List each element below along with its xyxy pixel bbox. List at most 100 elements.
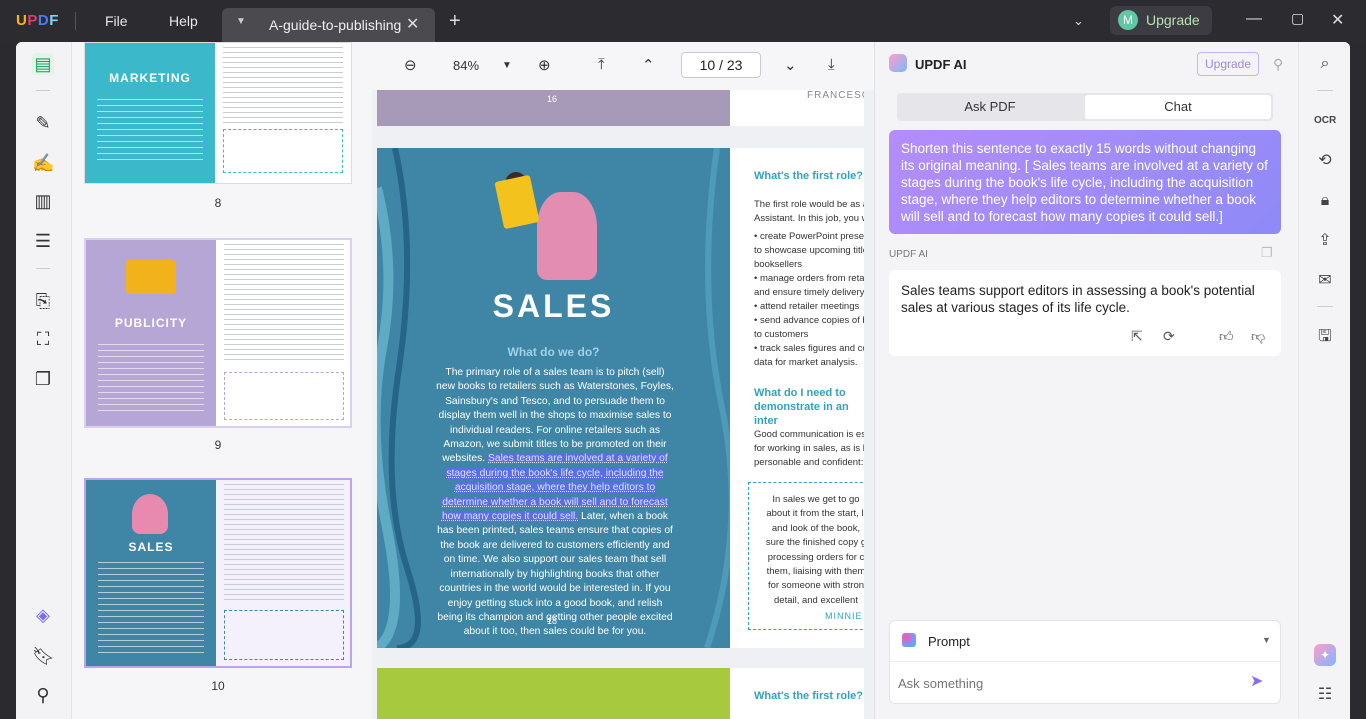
layers-icon[interactable]: ◈ (32, 604, 54, 626)
thumb-title: SALES (128, 540, 174, 554)
thumbnail-page-9[interactable]: PUBLICITY (84, 238, 352, 428)
document-tab[interactable]: ▼ A-guide-to-publishing ✕ (222, 8, 435, 42)
thumb-text (216, 240, 350, 426)
next-page-heading: What's the first role? (754, 690, 863, 702)
thumb-title: PUBLICITY (114, 316, 188, 330)
title-bar: UPDF File Help ▼ A-guide-to-publishing ✕… (0, 0, 1366, 42)
thumbnail-panel: MARKETING 8 PUBLICITY 9 SALES 10 (72, 42, 372, 719)
ask-input[interactable] (898, 671, 1238, 695)
person-body (537, 192, 597, 280)
updf-ai-logo-icon (889, 54, 907, 72)
crop-icon[interactable]: ⛶ (32, 328, 54, 350)
convert-icon[interactable]: ⎘ (32, 290, 54, 312)
search-icon[interactable]: ⌕ (1314, 53, 1336, 75)
page-subtitle: What do we do? (507, 345, 600, 359)
thumb-cover: SALES (86, 480, 216, 666)
send-icon[interactable]: ➤ (1250, 671, 1263, 691)
updf-ai-icon[interactable]: ✦ (1314, 644, 1336, 666)
combine-icon[interactable]: ❐ (32, 368, 54, 390)
ai-message: Sales teams support editors in assessing… (889, 270, 1281, 356)
open-external-icon[interactable]: ⇱ (1131, 328, 1143, 345)
page-organize-icon[interactable]: ▥ (32, 190, 54, 212)
copy-icon[interactable]: ❐ (1261, 245, 1273, 261)
new-tab-icon[interactable]: + (449, 10, 461, 33)
quote-author: MINNIE (825, 611, 863, 621)
tab-chat[interactable]: Chat (1085, 95, 1271, 119)
app-window: ▤ ✎ ✍ ▥ ☰ ⎘ ⛶ ❐ ◈ 🔖︎ ⚲ MARKETING 8 PUBLI… (16, 42, 1350, 719)
close-tab-icon[interactable]: ✕ (406, 14, 419, 34)
zoom-out-icon[interactable]: ⊖ (404, 56, 417, 74)
thumb-text (216, 480, 350, 666)
ai-upgrade-button[interactable]: Upgrade (1197, 52, 1259, 76)
attachment-icon[interactable]: ⚲ (32, 684, 54, 706)
form-icon[interactable]: ☰ (32, 230, 54, 252)
ai-mode-tabs: Ask PDF Chat (897, 93, 1273, 121)
menu-help[interactable]: Help (169, 13, 198, 29)
thumbnail-label: 9 (214, 438, 222, 452)
prev-page-author: FRANCESCA (807, 90, 864, 101)
page-right-column: What's the first role? The first role wo… (730, 148, 864, 648)
right-toolbar: ⌕ OCR ⟲ 🔒︎ ⇪ ✉ 🖫 ✦ ☷ (1298, 42, 1350, 719)
tab-dropdown-icon[interactable]: ▼ (236, 16, 246, 27)
minimize-icon[interactable]: — (1246, 10, 1262, 28)
upgrade-button[interactable]: M Upgrade (1110, 6, 1212, 35)
zoom-level[interactable]: 84% (453, 58, 479, 73)
document-view: ⊖ 84% ▼ ⊕ ⤒ ⌃ 10 / 23 ⌄ ⤓ 16 FRANCESCA (372, 42, 874, 719)
tab-title: A-guide-to-publishing (269, 17, 402, 33)
prompt-dropdown-icon[interactable]: ▼ (1262, 635, 1271, 645)
thumbnail-page-8[interactable]: MARKETING (84, 42, 352, 184)
zoom-in-icon[interactable]: ⊕ (538, 56, 551, 74)
prev-page-icon[interactable]: ⌃ (642, 56, 655, 74)
bookmark-icon[interactable]: 🔖︎ (32, 645, 55, 667)
thumbs-up-icon[interactable]: 👍︎ (1219, 328, 1234, 345)
page-body: The primary role of a sales team is to p… (436, 367, 674, 638)
sales-panel: SALES What do we do? The primary role of… (377, 148, 730, 648)
prompt-icon (902, 633, 916, 647)
previous-page: 16 FRANCESCA (377, 90, 864, 126)
thumb-cover: MARKETING (85, 43, 215, 183)
ocr-icon[interactable]: OCR (1314, 110, 1336, 132)
next-page: What's the first role? (377, 668, 864, 719)
avatar: M (1118, 10, 1138, 30)
regenerate-icon[interactable]: ⟳ (1163, 328, 1175, 345)
thumb-title: MARKETING (109, 71, 191, 85)
thumbs-down-icon[interactable]: 👎︎ (1251, 328, 1265, 345)
reader-icon[interactable]: ▤ (32, 53, 54, 75)
document-toolbar: ⊖ 84% ▼ ⊕ ⤒ ⌃ 10 / 23 ⌄ ⤓ (372, 42, 874, 90)
tab-ask-pdf[interactable]: Ask PDF (897, 93, 1083, 121)
ai-response-label: UPDF AI (889, 249, 928, 260)
ai-panel-title: UPDF AI (915, 57, 967, 72)
protect-icon[interactable]: 🔒︎ (1314, 190, 1336, 212)
page-number-input[interactable]: 10 / 23 (681, 52, 761, 78)
thumbnail-label: 8 (214, 196, 222, 210)
edit-pdf-icon[interactable]: ✍ (32, 152, 54, 174)
page-number: 18 (547, 616, 558, 626)
prompt-box: Prompt ▼ ➤ (889, 620, 1281, 704)
thumb-text (215, 43, 351, 183)
save-icon[interactable]: 🖫 (1314, 326, 1336, 348)
updf-logo: UPDF (16, 12, 59, 29)
thumb-cover: PUBLICITY (86, 240, 216, 426)
prompt-selector[interactable]: Prompt (928, 634, 970, 649)
convert-pdf-icon[interactable]: ⟲ (1314, 150, 1336, 172)
first-page-icon[interactable]: ⤒ (598, 56, 605, 73)
ai-panel: UPDF AI Upgrade ⚲ Ask PDF Chat Shorten t… (874, 42, 1298, 719)
prev-page-number: 16 (547, 94, 558, 104)
thumbnail-page-10[interactable]: SALES (84, 478, 352, 668)
right-text-2: Good communication is ess for working in… (754, 429, 864, 468)
thumbnail-label: 10 (211, 679, 225, 693)
share-icon[interactable]: ⇪ (1314, 230, 1336, 252)
chat-icon[interactable]: ☷ (1314, 684, 1336, 706)
maximize-icon[interactable]: ▢ (1291, 10, 1304, 27)
close-window-icon[interactable]: ✕ (1331, 10, 1344, 30)
chevron-down-icon[interactable]: ⌄ (1073, 13, 1084, 29)
pin-icon[interactable]: ⚲ (1273, 56, 1283, 73)
zoom-dropdown-icon[interactable]: ▼ (502, 60, 512, 71)
next-page-icon[interactable]: ⌄ (784, 56, 797, 74)
right-heading-2: What do I need to demonstrate in an inte… (754, 387, 849, 427)
comment-icon[interactable]: ✎ (32, 112, 54, 134)
last-page-icon[interactable]: ⤓ (828, 56, 835, 73)
email-icon[interactable]: ✉ (1314, 270, 1336, 292)
menu-file[interactable]: File (105, 13, 128, 29)
right-text: The first role would be as a Assistant. … (754, 199, 864, 368)
